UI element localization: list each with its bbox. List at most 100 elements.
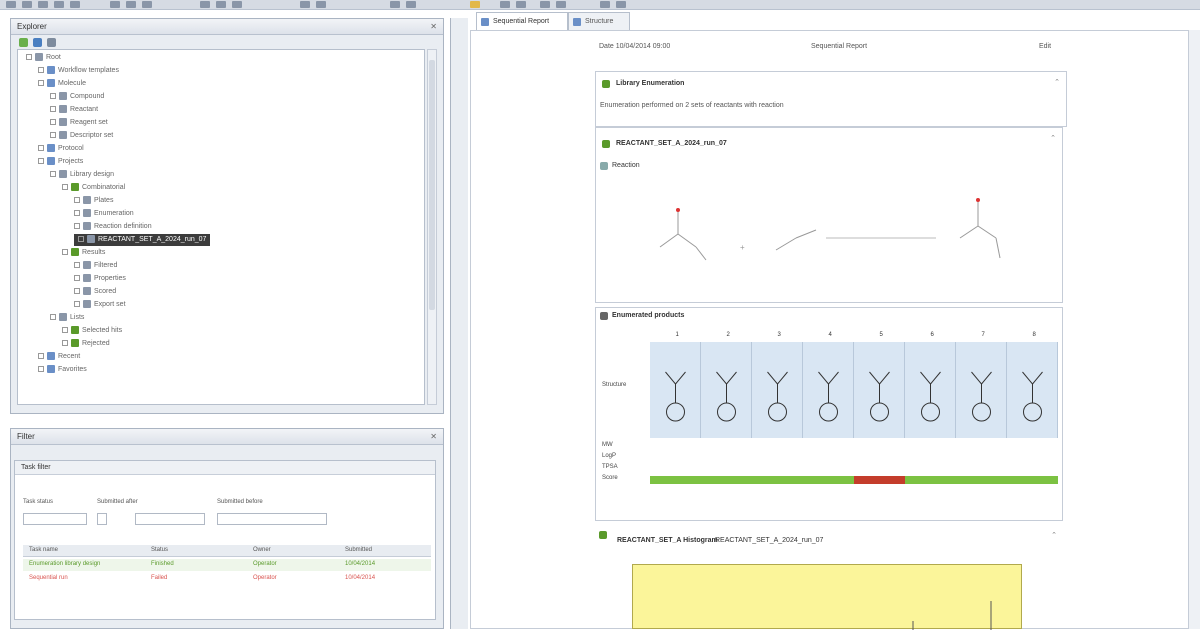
add-icon[interactable] (33, 38, 43, 47)
expand-icon[interactable] (50, 93, 56, 100)
tree-item[interactable]: Scored (74, 286, 116, 298)
splitter[interactable] (450, 18, 468, 629)
edit-link[interactable]: Edit (1039, 43, 1051, 50)
tree-item[interactable]: Enumeration (74, 208, 134, 220)
document-scrollbar[interactable] (1188, 30, 1200, 629)
scroll-thumb[interactable] (429, 60, 435, 310)
collapse-icon[interactable]: ⌃ (1051, 531, 1057, 539)
table-row[interactable]: Enumeration library design Finished Operat… (23, 559, 431, 571)
tree-item[interactable]: REACTANT_SET_A_2024_run_07 (74, 234, 211, 246)
expand-icon[interactable] (26, 54, 32, 61)
toolbar-icon[interactable] (38, 1, 48, 8)
expand-icon[interactable] (62, 340, 68, 347)
structure-cell[interactable] (1007, 342, 1058, 438)
toolbar-icon[interactable] (216, 1, 226, 8)
expand-icon[interactable] (62, 327, 68, 334)
expand-icon[interactable] (38, 158, 44, 165)
expand-icon[interactable] (74, 288, 80, 295)
expand-icon[interactable] (74, 223, 80, 230)
toolbar-icon[interactable] (406, 1, 416, 8)
expand-icon[interactable] (38, 145, 44, 152)
toolbar-icon[interactable] (300, 1, 310, 8)
expand-icon[interactable] (50, 314, 56, 321)
tree-item[interactable]: Compound (50, 91, 104, 103)
settings-icon[interactable] (47, 38, 57, 47)
column-header[interactable]: Owner (253, 547, 271, 553)
toolbar-icon[interactable] (70, 1, 80, 8)
structure-cell[interactable] (752, 342, 803, 438)
toolbar-icon[interactable] (540, 1, 550, 8)
expand-icon[interactable] (38, 366, 44, 373)
tree-item[interactable]: Combinatorial (62, 182, 125, 194)
toolbar-icon[interactable] (110, 1, 120, 8)
expand-icon[interactable] (62, 249, 68, 256)
collapse-icon[interactable]: ⌃ (1054, 78, 1060, 86)
tree-item[interactable]: Filtered (74, 260, 117, 272)
toolbar-icon[interactable] (142, 1, 152, 8)
expand-icon[interactable] (74, 197, 80, 204)
expand-icon[interactable] (50, 171, 56, 178)
explorer-scrollbar[interactable] (427, 49, 437, 405)
toolbar-icon[interactable] (126, 1, 136, 8)
toolbar-icon[interactable] (470, 1, 480, 8)
tab-sequential-report[interactable]: Sequential Report (476, 12, 568, 30)
tree-item[interactable]: Recent (38, 351, 80, 363)
toolbar-icon[interactable] (200, 1, 210, 8)
tree-item[interactable]: Descriptor set (50, 130, 113, 142)
status-select[interactable] (23, 513, 87, 525)
tree-item[interactable]: Library design (50, 169, 114, 181)
tree-item[interactable]: Export set (74, 299, 126, 311)
expand-icon[interactable] (50, 106, 56, 113)
tree-item[interactable]: Protocol (38, 143, 84, 155)
table-row[interactable]: Sequential run Failed Operator 10/04/2014 (23, 573, 431, 585)
expand-icon[interactable] (74, 275, 80, 282)
structure-cell[interactable] (956, 342, 1007, 438)
tree-item[interactable]: Molecule (38, 78, 86, 90)
toolbar-icon[interactable] (390, 1, 400, 8)
tree-item[interactable]: Rejected (62, 338, 110, 350)
column-header[interactable]: Task name (29, 547, 58, 553)
tree-item[interactable]: Results (62, 247, 105, 259)
expand-icon[interactable] (74, 262, 80, 269)
close-icon[interactable]: ✕ (430, 429, 437, 445)
toolbar-icon[interactable] (316, 1, 326, 8)
tree-item[interactable]: Lists (50, 312, 84, 324)
structure-cell[interactable] (650, 342, 701, 438)
tab-structure[interactable]: Structure (568, 12, 630, 30)
toolbar-icon[interactable] (556, 1, 566, 8)
tree-item[interactable]: Root (26, 52, 61, 64)
toolbar-icon[interactable] (54, 1, 64, 8)
expand-icon[interactable] (50, 132, 56, 139)
tree-item[interactable]: Projects (38, 156, 83, 168)
collapse-icon[interactable]: ⌃ (1050, 134, 1056, 142)
toolbar-icon[interactable] (500, 1, 510, 8)
toolbar-icon[interactable] (22, 1, 32, 8)
refresh-icon[interactable] (19, 38, 28, 47)
expand-icon[interactable] (74, 210, 80, 217)
toolbar-icon[interactable] (232, 1, 242, 8)
expand-icon[interactable] (38, 67, 44, 74)
tree-item[interactable]: Workflow templates (38, 65, 119, 77)
expand-icon[interactable] (62, 184, 68, 191)
tree-item[interactable]: Properties (74, 273, 126, 285)
structure-cell[interactable] (701, 342, 752, 438)
expand-icon[interactable] (78, 236, 84, 243)
toolbar-icon[interactable] (600, 1, 610, 8)
expand-icon[interactable] (50, 119, 56, 126)
column-header[interactable]: Submitted (345, 547, 372, 553)
tree-item[interactable]: Reagent set (50, 117, 108, 129)
expand-icon[interactable] (74, 301, 80, 308)
tree-item[interactable]: Selected hits (62, 325, 122, 337)
expand-icon[interactable] (38, 353, 44, 360)
before-date-field[interactable] (217, 513, 327, 525)
after-date-field[interactable] (135, 513, 205, 525)
column-header[interactable]: Status (151, 547, 168, 553)
close-icon[interactable]: ✕ (430, 19, 437, 35)
tree-item[interactable]: Reaction definition (74, 221, 152, 233)
tree-item[interactable]: Plates (74, 195, 113, 207)
toolbar-icon[interactable] (616, 1, 626, 8)
structure-cell[interactable] (803, 342, 854, 438)
tree-item[interactable]: Reactant (50, 104, 98, 116)
structure-cell[interactable] (905, 342, 956, 438)
structure-cell[interactable] (854, 342, 905, 438)
